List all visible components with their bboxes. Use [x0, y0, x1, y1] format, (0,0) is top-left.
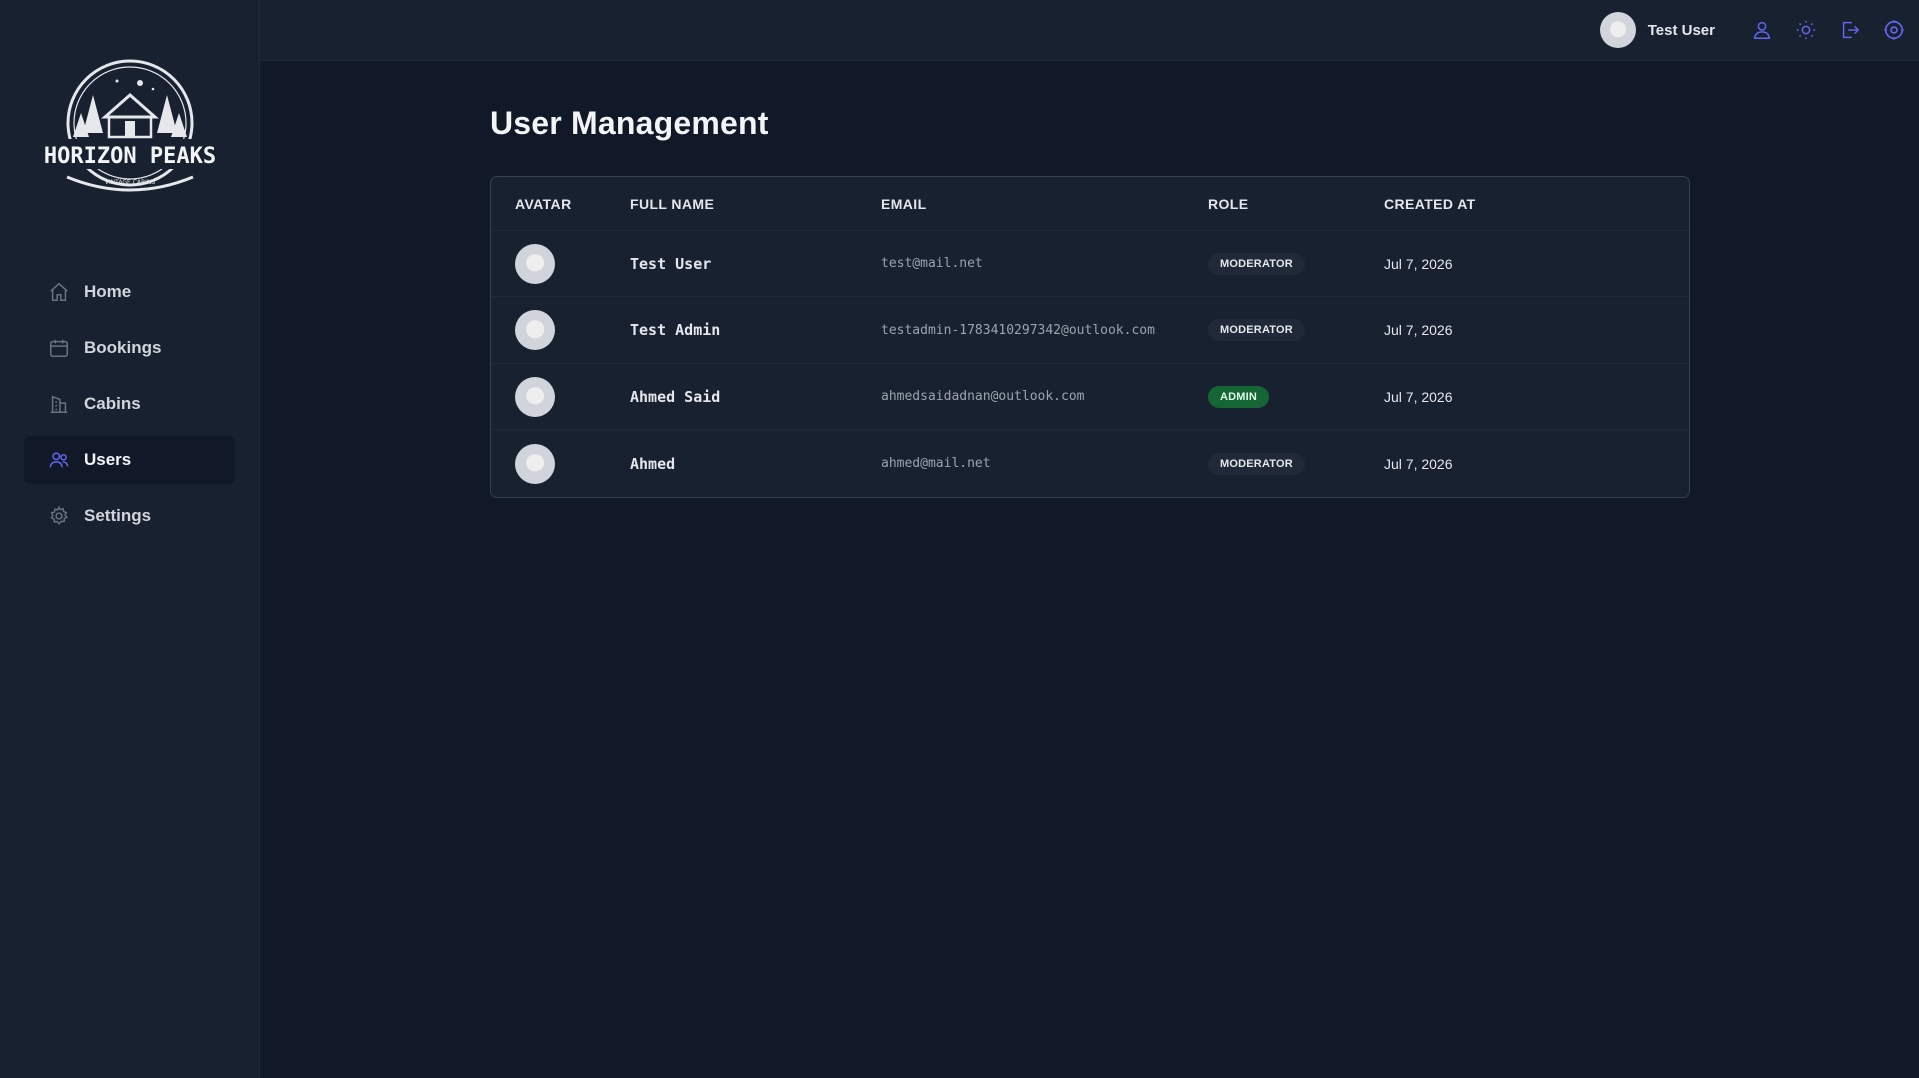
user-icon: [1753, 21, 1771, 39]
role-badge: MODERATOR: [1208, 319, 1305, 341]
page-title: User Management: [490, 105, 769, 141]
gear-icon: [1884, 20, 1904, 40]
logout-icon: [1842, 21, 1860, 39]
column-header-full-name[interactable]: Full Name: [630, 196, 881, 212]
avatar: [1599, 12, 1636, 48]
user-created-at: Jul 7, 2026: [1384, 322, 1453, 338]
sidebar-item-cabins[interactable]: Cabins: [24, 380, 235, 428]
sidebar-item-home[interactable]: Home: [24, 268, 235, 316]
table-row[interactable]: Ahmed Said ahmedsaidadnan@outlook.com AD…: [491, 364, 1689, 430]
user-created-at: Jul 7, 2026: [1384, 455, 1453, 472]
sidebar-nav: Home Bookings Cabins Users Settings: [24, 268, 235, 540]
sidebar-item-label: Bookings: [84, 338, 162, 357]
logout-button[interactable]: [1839, 19, 1861, 41]
user-email: test@mail.net: [881, 256, 983, 271]
current-user[interactable]: Test User: [1599, 12, 1715, 48]
sidebar-item-label: Settings: [84, 506, 152, 525]
users-table: Avatar Full Name Email Role Created At T…: [490, 176, 1690, 498]
table-row[interactable]: Test User test@mail.net MODERATOR Jul 7,…: [491, 231, 1689, 297]
current-user-name: Test User: [1647, 21, 1715, 39]
avatar: [515, 310, 555, 350]
app-root: HORIZON PEAKS VINTAGE CABINS Home Bookin…: [0, 0, 1919, 1078]
table-row[interactable]: Ahmed ahmed@mail.net MODERATOR Jul 7, 20…: [491, 430, 1689, 497]
home-icon: [50, 282, 68, 301]
sidebar-item-label: Cabins: [84, 394, 141, 413]
logo-container[interactable]: HORIZON PEAKS VINTAGE CABINS: [24, 30, 235, 230]
logo-tagline-text: VINTAGE CABINS: [104, 179, 155, 186]
sidebar: HORIZON PEAKS VINTAGE CABINS Home Bookin…: [0, 0, 260, 1078]
user-full-name: Ahmed Said: [630, 387, 721, 406]
settings-button[interactable]: [1883, 19, 1905, 41]
user-created-at: Jul 7, 2026: [1384, 255, 1453, 272]
column-header-avatar[interactable]: Avatar: [515, 196, 630, 212]
sun-icon: [1796, 20, 1816, 40]
table-header-row: Avatar Full Name Email Role Created At: [491, 177, 1689, 231]
column-header-role[interactable]: Role: [1208, 196, 1384, 212]
sidebar-item-users[interactable]: Users: [24, 436, 235, 484]
sidebar-item-settings[interactable]: Settings: [24, 492, 235, 540]
avatar: [515, 243, 555, 284]
user-created-at: Jul 7, 2026: [1384, 388, 1453, 405]
gear-icon: [50, 505, 68, 525]
role-badge: ADMIN: [1208, 385, 1270, 408]
user-email: ahmed@mail.net: [881, 456, 991, 471]
horizon-peaks-logo: HORIZON PEAKS VINTAGE CABINS: [45, 59, 215, 192]
table-row[interactable]: Test Admin testadmin-1783410297342@outlo…: [491, 297, 1689, 364]
theme-toggle-button[interactable]: [1795, 19, 1817, 41]
avatar: [515, 443, 555, 484]
logo-brand-text: HORIZON PEAKS: [45, 144, 215, 169]
user-full-name: Ahmed: [630, 454, 676, 473]
user-email: testadmin-1783410297342@outlook.com: [881, 322, 1155, 338]
avatar: [515, 376, 555, 417]
top-header: Test User: [260, 0, 1919, 61]
building-icon: [50, 395, 68, 413]
sidebar-item-label: Home: [84, 282, 132, 301]
user-email: ahmedsaidadnan@outlook.com: [881, 389, 1085, 404]
role-badge: MODERATOR: [1208, 252, 1305, 275]
user-full-name: Test User: [630, 254, 712, 273]
sidebar-item-bookings[interactable]: Bookings: [24, 324, 235, 372]
calendar-icon: [50, 339, 68, 357]
account-button[interactable]: [1751, 19, 1773, 41]
role-badge: MODERATOR: [1208, 452, 1305, 475]
users-icon: [49, 452, 69, 468]
column-header-created-at[interactable]: Created At: [1384, 196, 1689, 212]
sidebar-item-label: Users: [84, 450, 132, 469]
column-header-email[interactable]: Email: [881, 196, 1208, 212]
main-area: Test User User Management AVATAR FULL NA…: [260, 0, 1919, 1078]
content-area: User Management Avatar Full Name Email R…: [260, 61, 1919, 498]
user-full-name: Test Admin: [630, 321, 721, 339]
